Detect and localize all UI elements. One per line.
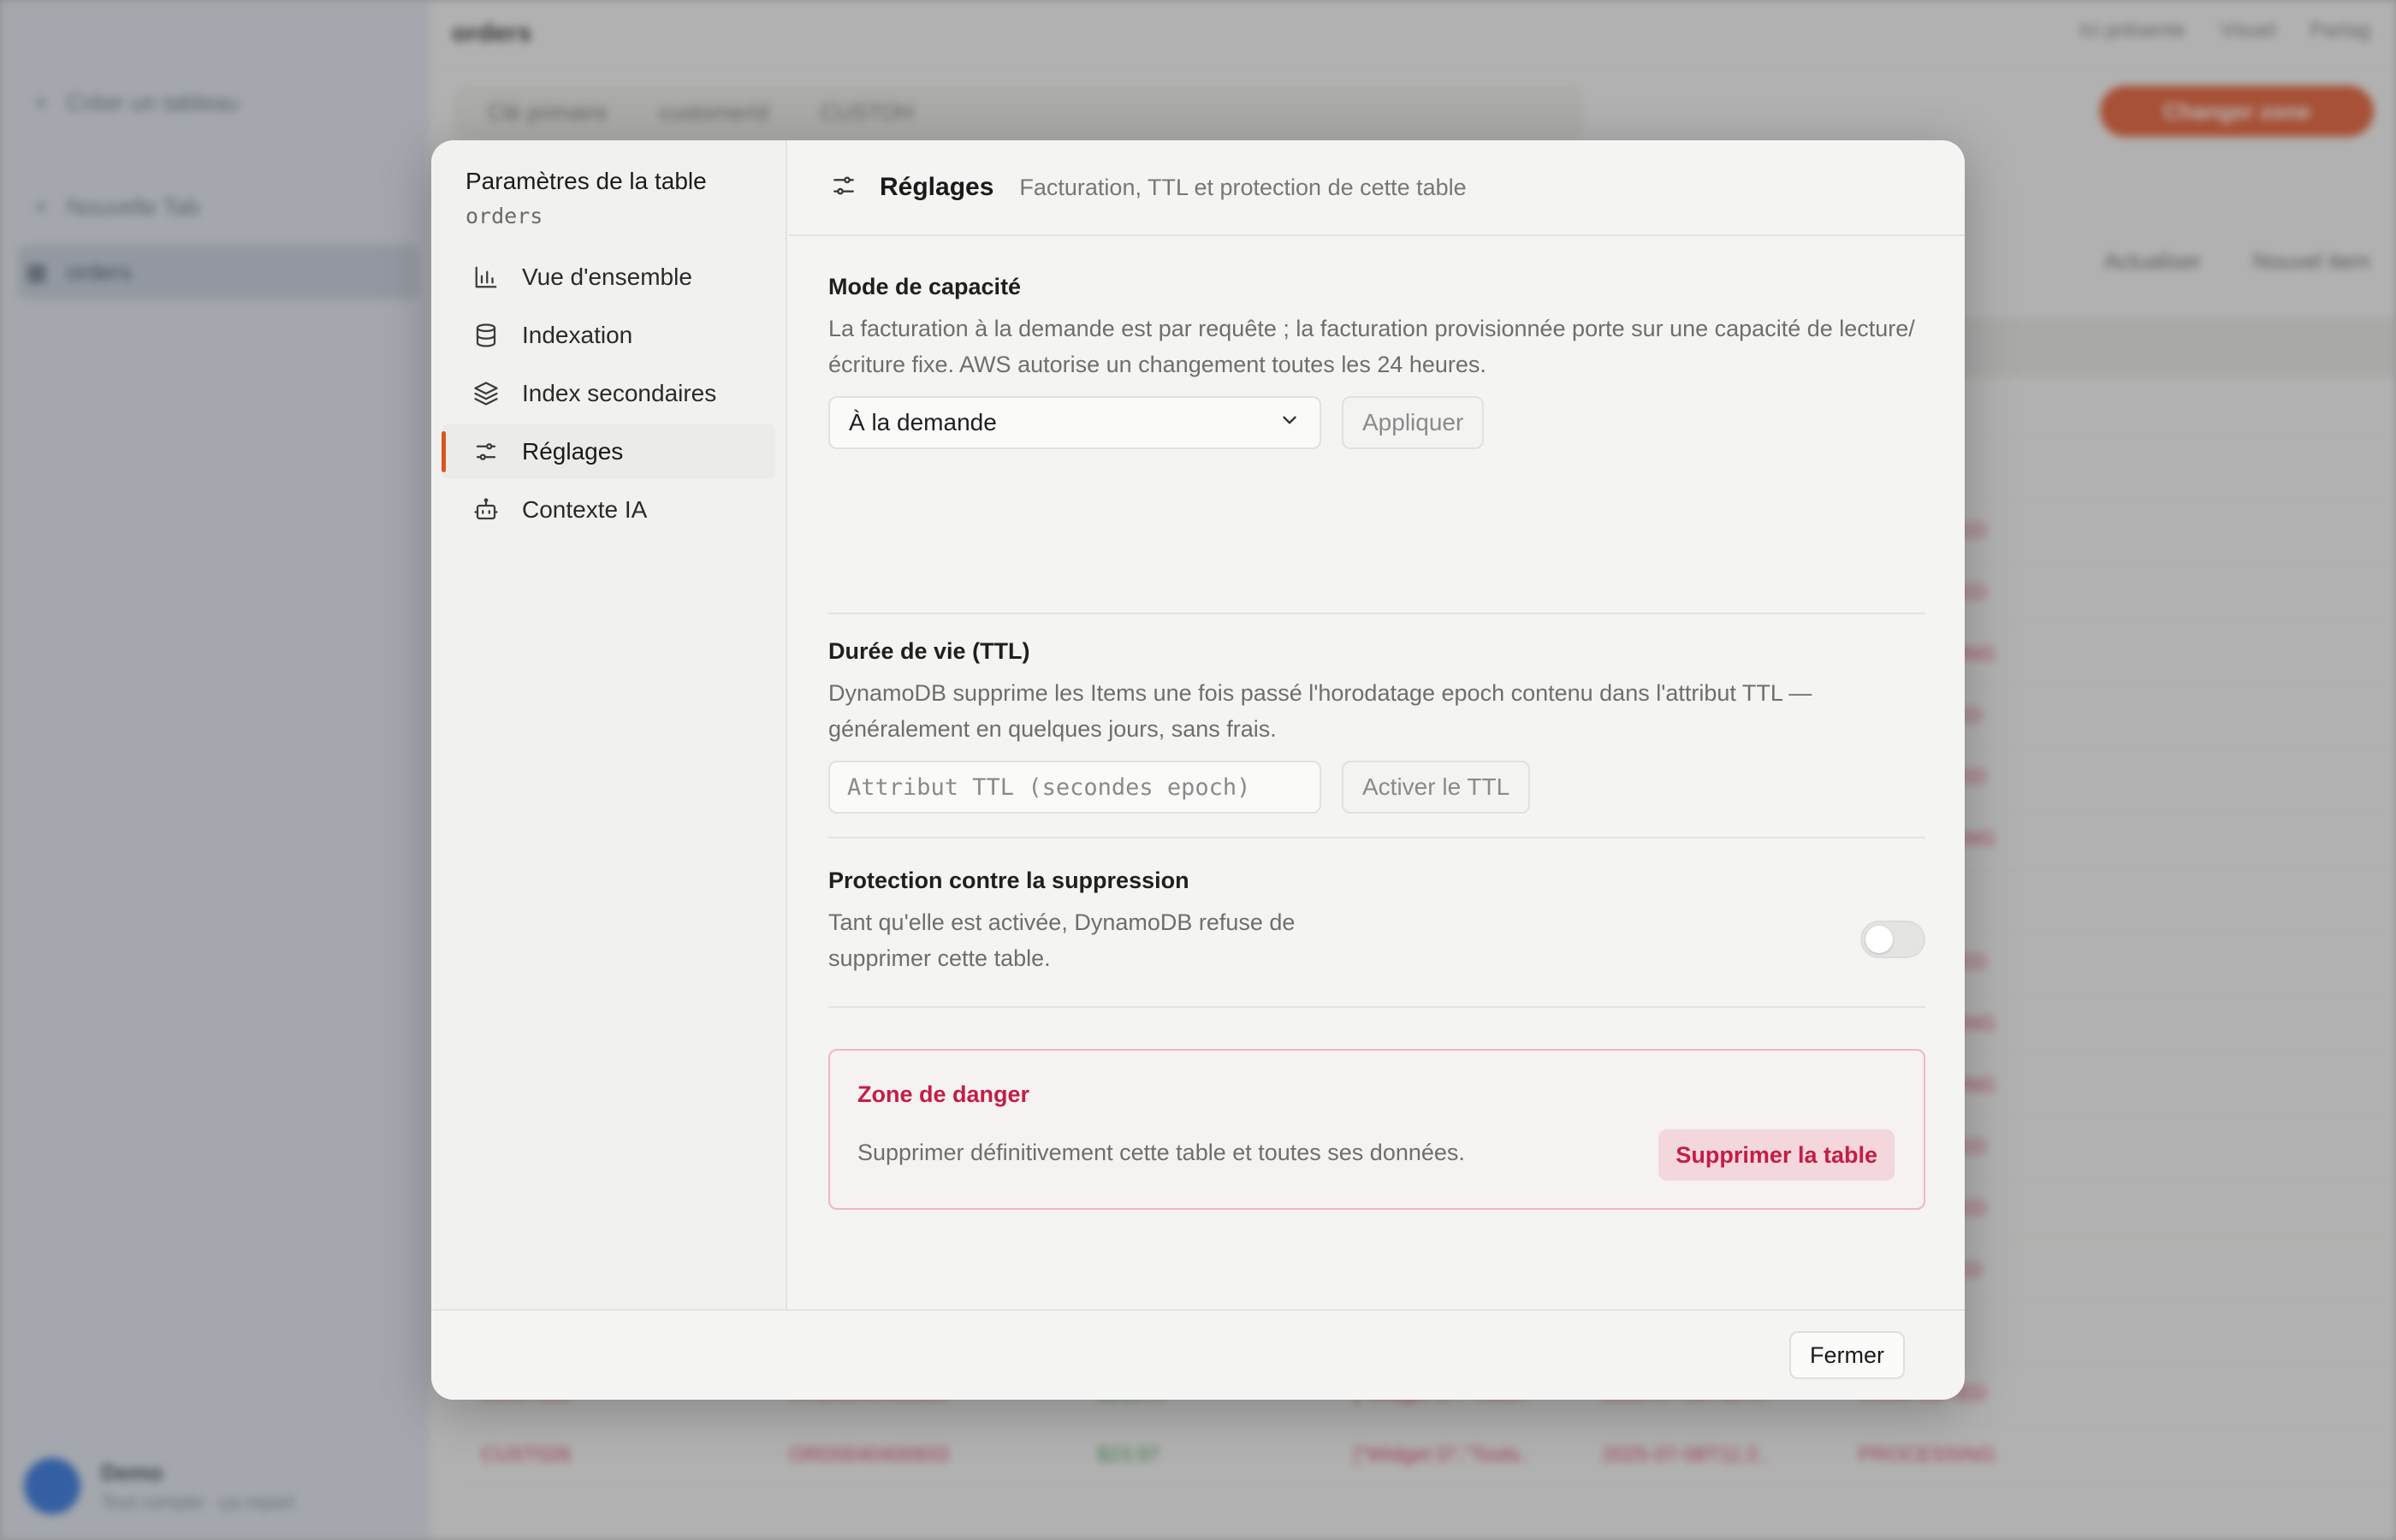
nav-item-label: Contexte IA <box>522 496 648 523</box>
capacity-mode-value: À la demande <box>849 409 997 435</box>
settings-nav-list: Vue d'ensemble Indexation Index secondai… <box>442 250 775 541</box>
enable-ttl-button[interactable]: Activer le TTL <box>1342 761 1531 814</box>
capacity-title: Mode de capacité <box>828 274 1022 299</box>
section-title: Réglages <box>880 173 994 201</box>
bar-chart-icon <box>472 264 500 291</box>
nav-item-settings[interactable]: Réglages <box>442 424 775 479</box>
ttl-section: Durée de vie (TTL) DynamoDB supprime les… <box>828 614 1925 838</box>
capacity-section: Mode de capacité La facturation à la dem… <box>828 236 1925 614</box>
capacity-mode-select[interactable]: À la demande <box>828 396 1321 449</box>
danger-zone-title: Zone de danger <box>857 1081 1030 1107</box>
nav-item-label: Index secondaires <box>522 380 717 406</box>
chevron-down-icon <box>1278 409 1301 437</box>
nav-item-overview[interactable]: Vue d'ensemble <box>442 250 775 305</box>
layers-icon <box>472 380 500 407</box>
capacity-controls: À la demande Appliquer <box>828 396 1925 449</box>
settings-nav: Paramètres de la table orders Vue d'ense… <box>431 140 787 1309</box>
ttl-title: Durée de vie (TTL) <box>828 638 1030 664</box>
ttl-attribute-input[interactable] <box>828 761 1321 814</box>
deletion-protection-toggle[interactable] <box>1860 921 1925 958</box>
nav-item-label: Réglages <box>522 438 624 465</box>
ttl-controls: Activer le TTL <box>828 761 1925 814</box>
danger-zone: Zone de danger Supprimer définitivement … <box>828 1049 1925 1210</box>
table-settings-dialog: Paramètres de la table orders Vue d'ense… <box>431 140 1965 1400</box>
protection-title: Protection contre la suppression <box>828 868 1189 893</box>
ttl-description: DynamoDB supprime les Items une fois pas… <box>828 680 1812 742</box>
sliders-icon <box>472 438 500 465</box>
capacity-description: La facturation à la demande est par requ… <box>828 316 1915 377</box>
nav-item-indexation[interactable]: Indexation <box>442 308 775 363</box>
nav-item-secondary-indexes[interactable]: Index secondaires <box>442 366 775 421</box>
apply-capacity-button[interactable]: Appliquer <box>1342 396 1485 449</box>
sliders-icon <box>830 172 857 204</box>
nav-item-label: Vue d'ensemble <box>522 264 692 290</box>
protection-section: Protection contre la suppression Tant qu… <box>828 838 1925 1008</box>
nav-item-label: Indexation <box>522 322 633 348</box>
delete-table-button[interactable]: Supprimer la table <box>1658 1129 1895 1181</box>
database-icon <box>472 322 500 349</box>
nav-item-ai-context[interactable]: Contexte IA <box>442 483 775 537</box>
protection-description: Tant qu'elle est activée, DynamoDB refus… <box>828 909 1296 971</box>
danger-zone-description: Supprimer définitivement cette table et … <box>857 1140 1465 1165</box>
section-subtitle: Facturation, TTL et protection de cette … <box>1019 174 1467 200</box>
dialog-footer: Fermer <box>431 1309 1965 1400</box>
table-name: orders <box>466 204 543 228</box>
settings-header: Réglages Facturation, TTL et protection … <box>789 140 1965 236</box>
dialog-title: Paramètres de la table <box>466 168 707 194</box>
close-button[interactable]: Fermer <box>1789 1331 1905 1379</box>
settings-body: Mode de capacité La facturation à la dem… <box>828 236 1925 1210</box>
robot-icon <box>472 496 500 524</box>
